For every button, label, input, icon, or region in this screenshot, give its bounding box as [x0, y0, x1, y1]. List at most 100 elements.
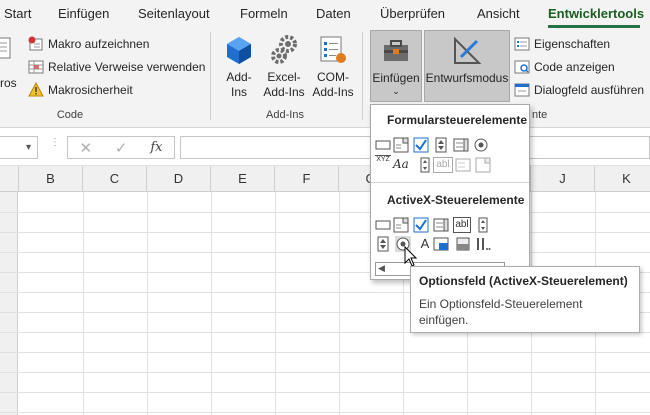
insert-controls-button[interactable]: Einfügen ⌄	[370, 30, 422, 102]
column-header-f[interactable]: F	[275, 166, 339, 192]
form-listbox-control-icon[interactable]	[453, 137, 469, 153]
com-addins-button[interactable]: COM- Add-Ins	[310, 34, 356, 100]
activex-spinner-control-icon[interactable]	[375, 236, 391, 252]
form-combolist-control-icon-disabled	[455, 158, 471, 172]
code-group-label: Code	[56, 109, 84, 121]
ribbon: kros Makro aufzeichnen Relative Verweise…	[0, 28, 650, 128]
tab-ansicht[interactable]: Ansicht	[477, 6, 520, 21]
excel-addins-button[interactable]: Excel- Add-Ins	[261, 34, 307, 100]
run-dialog-button[interactable]: Dialogfeld ausführen	[514, 79, 644, 101]
controls-group-label: nte	[532, 109, 548, 121]
ribbon-tab-bar: Start Einfügen Seitenlayout Formeln Date…	[0, 0, 650, 28]
record-macro-label: Makro aufzeichnen	[48, 37, 150, 51]
chevron-down-icon: ⌄	[392, 86, 400, 96]
form-button-control-icon[interactable]	[375, 137, 391, 153]
cancel-icon[interactable]: ✕	[79, 139, 92, 157]
form-groupbox-control-icon[interactable]: XYZ	[375, 155, 391, 171]
run-dialog-label: Dialogfeld ausführen	[534, 83, 645, 97]
design-mode-icon	[451, 35, 483, 67]
tab-ueberpruefen[interactable]: Überprüfen	[380, 6, 445, 21]
properties-button[interactable]: Eigenschaften	[514, 33, 610, 55]
more-controls-icon[interactable]	[475, 236, 491, 252]
mouse-pointer-icon	[404, 246, 418, 267]
tab-einfuegen[interactable]: Einfügen	[58, 6, 109, 21]
tooltip: Optionsfeld (ActiveX-Steuerelement) Ein …	[410, 266, 640, 333]
addins-label-2: Ins	[230, 85, 247, 99]
column-gridline	[275, 192, 276, 415]
form-spinner-control-icon[interactable]	[433, 137, 449, 153]
addins-button[interactable]: Add- Ins	[218, 34, 260, 100]
macros-icon	[0, 34, 14, 66]
com-addins-label-1: COM-	[317, 70, 349, 84]
name-box[interactable]: ▾	[0, 136, 38, 159]
activex-checkbox-control-icon[interactable]	[413, 217, 429, 233]
addins-group-label: Add-Ins	[266, 109, 304, 121]
form-scrollbar-control-icon[interactable]	[417, 157, 433, 173]
record-macro-icon	[28, 36, 44, 52]
row-gridline	[0, 392, 650, 393]
toolbox-icon	[380, 35, 412, 67]
column-header-j[interactable]: J	[531, 166, 595, 192]
activex-button-control-icon[interactable]	[375, 217, 391, 233]
view-code-icon	[514, 59, 530, 75]
activex-image-control-icon[interactable]	[433, 236, 449, 252]
excel-addins-label-1: Excel-	[267, 70, 301, 84]
row-gridline	[0, 372, 650, 373]
formula-buttons: ✕ ✓ fx	[67, 136, 175, 159]
column-header-k[interactable]: K	[595, 166, 650, 192]
formula-bar: ▾ ⋮ ✕ ✓ fx	[0, 128, 650, 166]
tab-entwicklertools[interactable]: Entwicklertools	[548, 6, 644, 21]
column-gridline	[211, 192, 212, 415]
macro-security-button[interactable]: Makrosicherheit	[28, 79, 133, 101]
row-headers[interactable]	[0, 192, 18, 415]
dropdown-separator	[371, 182, 529, 183]
row-gridline	[0, 352, 650, 353]
column-header-d[interactable]: D	[147, 166, 211, 192]
select-all-corner[interactable]	[0, 166, 19, 192]
activex-textbox-control-icon[interactable]: abl	[453, 217, 471, 233]
column-gridline	[339, 192, 340, 415]
row-gridline	[0, 232, 650, 233]
excel-addins-label-2: Add-Ins	[263, 85, 305, 99]
row-gridline	[0, 252, 650, 253]
activex-combobox-control-icon[interactable]	[393, 217, 409, 233]
relative-refs-label: Relative Verweise verwenden	[48, 60, 206, 74]
macros-button[interactable]: kros	[0, 34, 24, 90]
insert-function-button[interactable]: fx	[150, 140, 162, 155]
form-combobox-control-icon[interactable]	[393, 137, 409, 153]
tooltip-title: Optionsfeld (ActiveX-Steuerelement)	[419, 274, 628, 288]
run-dialog-icon	[514, 82, 530, 98]
macros-label: kros	[0, 76, 17, 90]
group-separator	[362, 32, 363, 120]
form-label-control-icon[interactable]: Aa	[393, 157, 413, 173]
properties-icon	[514, 36, 530, 52]
activex-listbox-control-icon[interactable]	[433, 217, 449, 233]
chevron-down-icon[interactable]: ▾	[26, 142, 31, 153]
column-gridline	[83, 192, 84, 415]
design-mode-label: Entwurfsmodus	[425, 71, 509, 85]
column-gridline	[147, 192, 148, 415]
tab-daten[interactable]: Daten	[316, 6, 351, 21]
drag-handle-icon[interactable]: ⋮	[50, 138, 60, 148]
column-header-b[interactable]: B	[19, 166, 83, 192]
form-option-button-control-icon[interactable]	[473, 137, 489, 153]
tab-seitenlayout[interactable]: Seitenlayout	[138, 6, 210, 21]
record-macro-button[interactable]: Makro aufzeichnen	[28, 33, 149, 55]
insert-controls-label: Einfügen	[372, 71, 420, 85]
row-gridline	[0, 412, 650, 413]
warning-icon	[28, 81, 44, 98]
activex-toggle-button-control-icon[interactable]	[455, 236, 471, 252]
design-mode-button[interactable]: Entwurfsmodus	[424, 30, 510, 102]
activex-scrollbar-control-icon[interactable]	[475, 217, 491, 233]
tab-formeln[interactable]: Formeln	[240, 6, 288, 21]
enter-icon[interactable]: ✓	[115, 139, 128, 157]
view-code-button[interactable]: Code anzeigen	[514, 56, 615, 78]
form-checkbox-control-icon[interactable]	[413, 137, 429, 153]
addins-icon	[223, 34, 255, 66]
relative-refs-button[interactable]: Relative Verweise verwenden	[28, 56, 205, 78]
column-header-e[interactable]: E	[211, 166, 275, 192]
form-textfield-control-icon-disabled: abl	[433, 157, 453, 173]
tab-start[interactable]: Start	[4, 6, 31, 21]
column-header-c[interactable]: C	[83, 166, 147, 192]
activex-controls-title: ActiveX-Steuerelemente	[387, 193, 525, 207]
